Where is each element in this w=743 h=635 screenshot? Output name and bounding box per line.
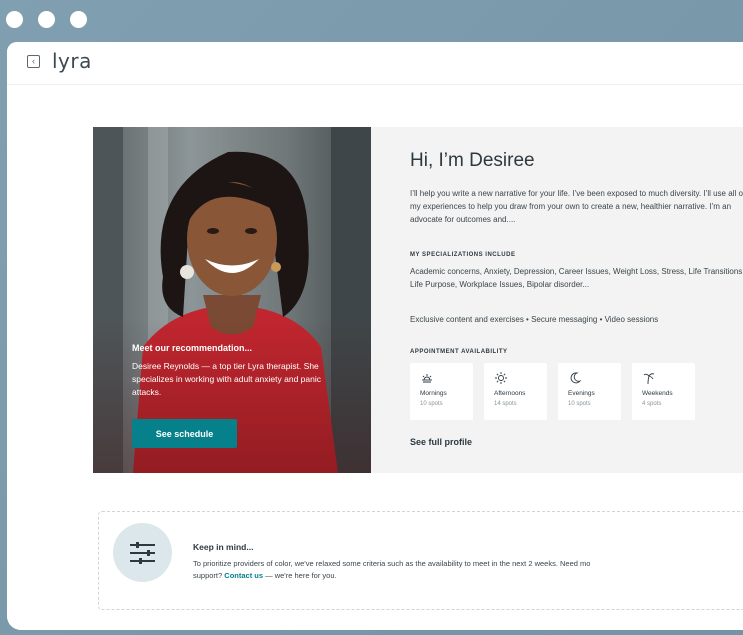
- app-window: ‹ lyra Meet our recommendation... Desire…: [7, 42, 743, 630]
- sliders-icon: [113, 523, 172, 582]
- availability-spots: 10 spots: [420, 401, 443, 407]
- see-schedule-button[interactable]: See schedule: [132, 419, 237, 448]
- keep-in-mind-text: To prioritize providers of color, we've …: [193, 558, 743, 582]
- availability-spots: 10 spots: [568, 401, 591, 407]
- see-full-profile-link[interactable]: See full profile: [410, 437, 472, 447]
- availability-spots: 4 spots: [642, 401, 662, 407]
- provider-greeting: Hi, I’m Desiree: [410, 150, 535, 171]
- lyra-logo[interactable]: lyra: [52, 49, 92, 73]
- window-dot-maximize[interactable]: [70, 11, 87, 28]
- specializations-list: Academic concerns, Anxiety, Depression, …: [410, 267, 743, 289]
- availability-label: Afternoons: [494, 390, 526, 397]
- keep-text-after: — we're here for you.: [263, 571, 337, 580]
- availability-spots: 14 spots: [494, 401, 517, 407]
- availability-afternoons[interactable]: Afternoons 14 spots: [484, 363, 547, 420]
- therapist-photo: Meet our recommendation... Desiree Reyno…: [93, 127, 371, 473]
- provider-bio: I’ll help you write a new narrative for …: [410, 189, 743, 224]
- availability-weekends[interactable]: Weekends 4 spots: [632, 363, 695, 420]
- features-list: Exclusive content and exercises • Secure…: [410, 315, 659, 324]
- keep-text-line1: To prioritize providers of color, we've …: [193, 559, 591, 568]
- availability-label: Mornings: [420, 390, 447, 397]
- availability-evenings[interactable]: Evenings 10 spots: [558, 363, 621, 420]
- keep-in-mind-box: Keep in mind... To prioritize providers …: [98, 511, 743, 610]
- availability-label: Evenings: [568, 390, 595, 397]
- app-header: ‹ lyra: [7, 42, 743, 85]
- palm-tree-icon: [643, 373, 655, 385]
- recommendation-title: Meet our recommendation...: [132, 343, 253, 353]
- availability-label: Weekends: [642, 390, 673, 397]
- recommendation-text: Desiree Reynolds — a top tier Lyra thera…: [132, 361, 321, 397]
- sunrise-icon: [422, 374, 432, 383]
- availability-mornings[interactable]: Mornings 10 spots: [410, 363, 473, 420]
- availability-heading: APPOINTMENT AVAILABILITY: [410, 349, 508, 355]
- window-dot-close[interactable]: [6, 11, 23, 28]
- sun-icon: [495, 372, 507, 384]
- keep-in-mind-title: Keep in mind...: [193, 542, 254, 552]
- moon-icon: [570, 372, 582, 384]
- keep-text-line2: support?: [193, 571, 225, 580]
- contact-us-link[interactable]: Contact us: [224, 571, 263, 580]
- provider-card: Meet our recommendation... Desiree Reyno…: [93, 127, 743, 473]
- specializations-heading: MY SPECIALIZATIONS INCLUDE: [410, 252, 516, 258]
- window-dot-minimize[interactable]: [38, 11, 55, 28]
- chevron-left-icon[interactable]: ‹: [27, 55, 40, 68]
